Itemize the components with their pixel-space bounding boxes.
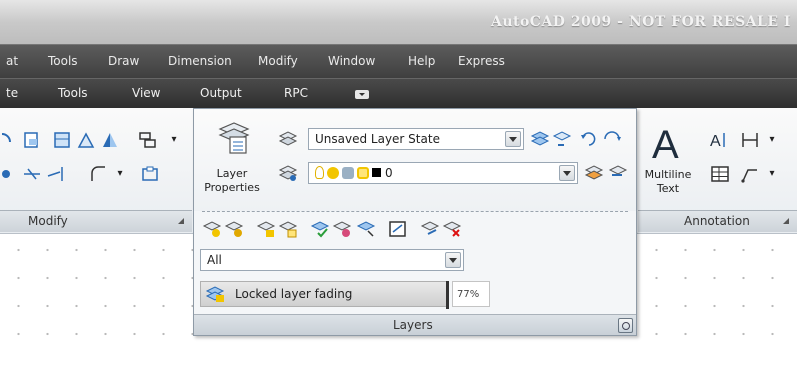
locked-layer-fading-label: Locked layer fading — [235, 287, 353, 301]
layer-isolate-icon[interactable] — [584, 163, 604, 183]
layer-status-icons — [315, 166, 381, 179]
chevron-down-icon[interactable]: ▾ — [762, 130, 782, 150]
layer-unisolate-icon[interactable] — [608, 163, 628, 183]
linear-dimension-icon[interactable] — [740, 130, 760, 150]
tab-view[interactable]: View — [132, 86, 160, 100]
layer-color-swatch — [372, 168, 381, 177]
erase-icon[interactable] — [0, 164, 20, 184]
pin-panel-icon[interactable] — [618, 318, 633, 333]
lightbulb-icon — [315, 166, 324, 179]
layer-properties-icon[interactable] — [216, 119, 252, 155]
locked-layer-fading-toggle[interactable]: Locked layer fading — [200, 281, 449, 309]
chevron-down-icon[interactable] — [445, 252, 461, 268]
layer-freeze-icon[interactable] — [224, 219, 244, 239]
multileader-icon[interactable] — [740, 164, 760, 184]
make-current-layer-icon[interactable] — [530, 129, 550, 149]
menu-item-help[interactable]: Help — [408, 54, 435, 68]
layers-panel-main — [194, 109, 636, 211]
layer-thaw-all-icon[interactable] — [332, 219, 352, 239]
layer-lock-icon[interactable] — [256, 219, 276, 239]
chevron-down-icon[interactable]: ▾ — [762, 164, 782, 184]
trim-icon[interactable] — [22, 164, 42, 184]
set-layer-icon[interactable] — [278, 163, 298, 183]
mirror-icon[interactable] — [100, 130, 120, 150]
multiline-text-label-line1: Multiline — [644, 168, 692, 181]
svg-text:A: A — [710, 133, 721, 150]
layer-match-icon[interactable] — [552, 129, 572, 149]
rotate-icon[interactable] — [0, 130, 20, 150]
layer-state-value: Unsaved Layer State — [315, 132, 440, 146]
ribbon-tab-bar: te Tools View Output RPC — [0, 78, 797, 108]
tab-rpc[interactable]: RPC — [284, 86, 308, 100]
locked-layer-icon — [205, 284, 225, 304]
window-title: AutoCAD 2009 - NOT FOR RESALE I — [490, 14, 791, 30]
menu-item-format[interactable]: at — [6, 54, 18, 68]
layer-filter-dropdown[interactable]: All — [200, 249, 464, 271]
layer-off-icon[interactable] — [202, 219, 222, 239]
layer-merge-icon[interactable] — [420, 219, 440, 239]
modify-panel-footer: Modify — [0, 210, 192, 232]
fading-percent-value[interactable]: 77% — [452, 281, 490, 307]
layers-panel: Layer Properties Unsaved Layer State 0 A… — [193, 108, 637, 336]
single-line-text-icon[interactable]: A — [708, 130, 728, 150]
copy-objects-to-layer-icon[interactable] — [388, 219, 408, 239]
layer-unlock-icon[interactable] — [278, 219, 298, 239]
layer-delete-icon[interactable] — [442, 219, 462, 239]
menu-item-express[interactable]: Express — [458, 54, 505, 68]
tab-annotate[interactable]: te — [6, 86, 18, 100]
dialog-launcher-icon[interactable] — [178, 218, 184, 224]
menu-item-window[interactable]: Window — [328, 54, 375, 68]
fading-slider-thumb[interactable] — [446, 281, 449, 309]
tab-tools[interactable]: Tools — [58, 86, 88, 100]
multiline-text-label[interactable]: Multiline Text — [644, 168, 692, 196]
layer-change-icon[interactable] — [356, 219, 376, 239]
multiline-text-icon[interactable]: A — [652, 125, 679, 165]
multiline-text-label-line2: Text — [656, 182, 680, 195]
drawing-area-bottom — [0, 344, 797, 367]
viewport-icon — [342, 166, 354, 179]
layer-properties-label-line1: Layer — [216, 167, 248, 180]
menu-item-dimension[interactable]: Dimension — [168, 54, 232, 68]
layer-properties-label[interactable]: Layer Properties — [200, 167, 264, 195]
copy-icon[interactable] — [22, 130, 42, 150]
menu-bar: at Tools Draw Dimension Modify Window He… — [0, 44, 797, 78]
layer-states-icon[interactable] — [278, 129, 298, 149]
layers-panel-title: Layers — [393, 318, 433, 332]
menu-item-modify[interactable]: Modify — [258, 54, 298, 68]
extend-icon[interactable] — [46, 164, 66, 184]
scale-icon[interactable] — [76, 130, 96, 150]
modify-panel-title: Modify — [28, 214, 68, 228]
layer-properties-label-line2: Properties — [204, 181, 260, 194]
current-layer-dropdown[interactable]: 0 — [308, 162, 578, 184]
sun-icon — [327, 166, 339, 179]
title-bar: AutoCAD 2009 - NOT FOR RESALE I — [0, 0, 797, 44]
annotation-panel-title: Annotation — [684, 214, 750, 228]
explode-icon[interactable] — [140, 164, 160, 184]
menu-item-tools[interactable]: Tools — [48, 54, 78, 68]
chevron-down-icon[interactable] — [559, 165, 575, 181]
chevron-down-icon[interactable]: ▾ — [164, 130, 184, 150]
ribbon-minimize-button[interactable] — [355, 90, 369, 99]
layer-on-all-icon[interactable] — [310, 219, 330, 239]
layer-state-dropdown[interactable]: Unsaved Layer State — [308, 128, 524, 150]
unlock-icon — [357, 166, 369, 179]
layers-panel-footer: Layers — [194, 314, 636, 335]
dialog-launcher-icon[interactable] — [783, 218, 789, 224]
layer-walk-icon[interactable] — [602, 129, 622, 149]
layer-previous-icon[interactable] — [580, 129, 600, 149]
annotation-panel-footer: Annotation — [638, 210, 797, 232]
tab-output[interactable]: Output — [200, 86, 242, 100]
current-layer-value: 0 — [385, 166, 393, 180]
layer-filter-value: All — [207, 253, 222, 267]
panel-expander-separator — [202, 211, 628, 212]
chevron-down-icon[interactable] — [505, 131, 521, 147]
stretch-icon[interactable] — [52, 130, 72, 150]
table-icon[interactable] — [710, 164, 730, 184]
chevron-down-icon[interactable]: ▾ — [110, 164, 130, 184]
fillet-icon[interactable] — [88, 164, 108, 184]
array-icon[interactable] — [138, 130, 158, 150]
menu-item-draw[interactable]: Draw — [108, 54, 139, 68]
